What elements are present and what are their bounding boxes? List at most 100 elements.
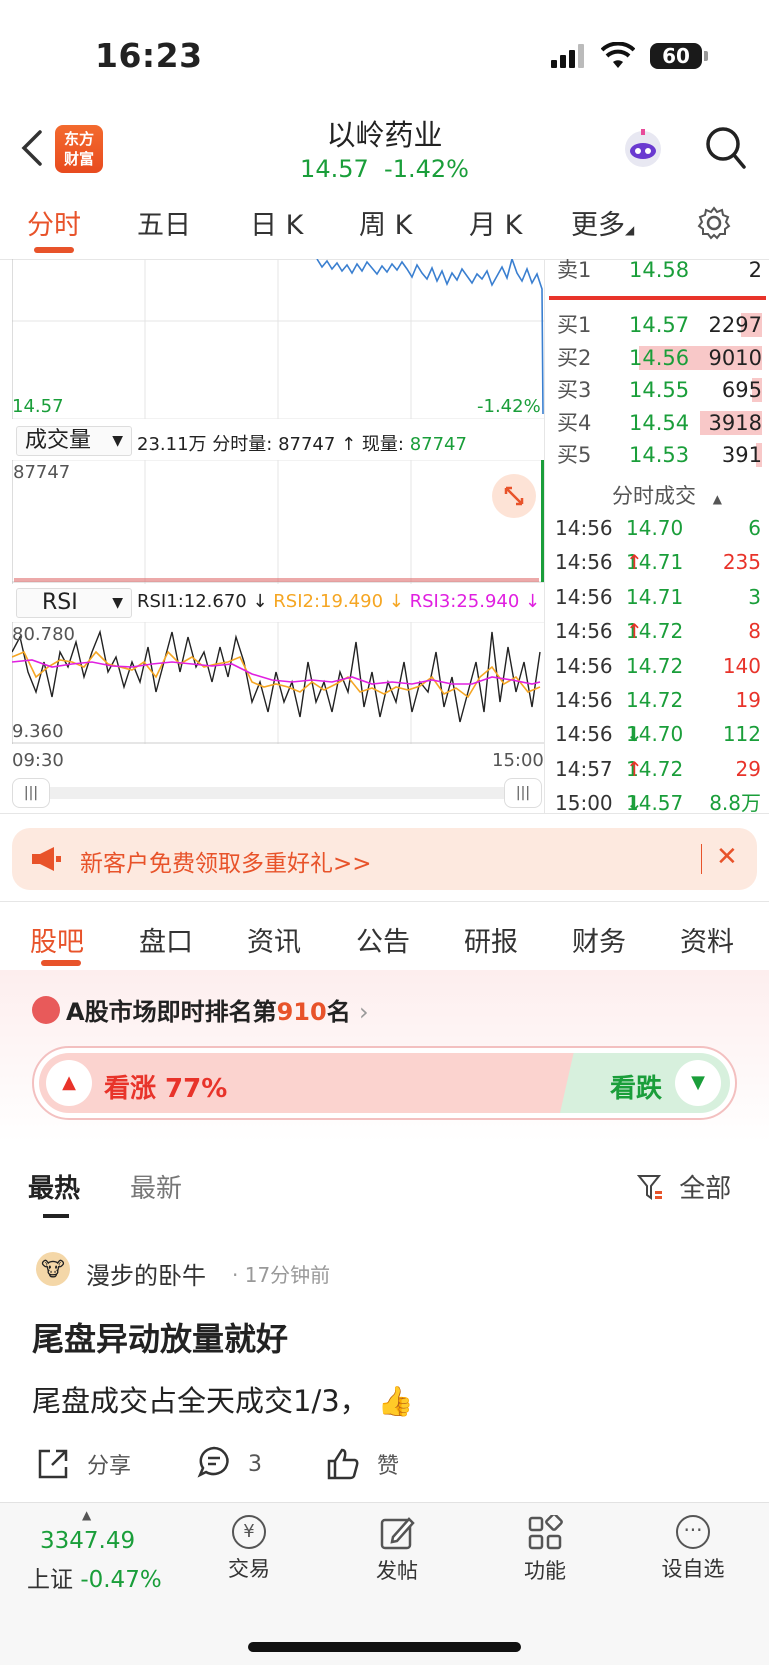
rsi-max-label: 80.780 [12, 624, 75, 645]
tab-week-k[interactable]: 周 K [359, 203, 412, 242]
tick-time: 14:56 [555, 619, 613, 644]
tick-time: 14:56 [555, 722, 613, 747]
filter-button[interactable]: 全部 [636, 1168, 731, 1205]
nav-post[interactable]: 发帖 [352, 1515, 442, 1585]
comment-button[interactable]: 3 [197, 1445, 262, 1482]
post-body[interactable]: 尾盘成交占全天成交1/3， 👍 [32, 1378, 414, 1420]
ranking-row[interactable]: A股市场即时排名第910名 › [32, 992, 369, 1027]
rsi-indicator-select[interactable]: RSI ▼ [16, 588, 132, 618]
buy-label: 买1 [557, 313, 592, 337]
tab-five-day[interactable]: 五日 [137, 203, 191, 242]
filter-icon [636, 1173, 663, 1201]
section-tab[interactable]: 公告 [356, 920, 410, 959]
buy-price: 14.55 [629, 378, 690, 402]
tab-fenshi[interactable]: 分时 [27, 203, 81, 242]
volume-bars [14, 578, 539, 582]
section-tab[interactable]: 股吧 [30, 920, 84, 959]
feed-tab-hot[interactable]: 最热 [28, 1168, 80, 1205]
yen-icon: ¥ [232, 1515, 266, 1549]
volume-indicator-select[interactable]: 成交量 ▼ [16, 426, 132, 456]
volume-chart[interactable] [11, 459, 544, 584]
signal-icon [551, 44, 585, 68]
buy-volume: 695 [721, 378, 762, 402]
down-arrow-icon: ▼ [675, 1060, 721, 1106]
divider [0, 813, 769, 814]
index-summary[interactable]: 上证 -0.47% [27, 1560, 162, 1594]
price-chart-svg [11, 256, 544, 420]
tab-more[interactable]: 更多◢ [571, 203, 634, 242]
up-arrow-icon: ▲ [46, 1060, 92, 1106]
buy-row[interactable]: 买5 14.53 391 [557, 440, 762, 470]
feed-tab-hot-indicator [43, 1214, 69, 1218]
buy-row[interactable]: 买3 14.55 695 [557, 375, 762, 405]
tick-row: 14:57 14.72 ↑ 29 [555, 753, 765, 785]
sentiment-bar[interactable]: ▲ 看涨 77% 看跌 ▼ [32, 1046, 737, 1120]
section-tab[interactable]: 盘口 [139, 920, 193, 959]
price-chart[interactable] [11, 256, 544, 420]
search-icon[interactable] [704, 125, 748, 171]
tick-time: 14:56 [555, 653, 613, 678]
feed-tab-new[interactable]: 最新 [130, 1168, 182, 1205]
divider [0, 901, 769, 902]
tick-time: 14:56 [555, 688, 613, 712]
ticks-title[interactable]: 分时成交 ▲ [612, 480, 722, 510]
expand-icon[interactable] [492, 474, 536, 518]
battery-icon: 60 [650, 43, 708, 69]
buy-price: 14.53 [629, 443, 690, 467]
tick-row: 14:56 14.70 ↓ 112 [555, 718, 765, 750]
tick-time: 14:56 [555, 584, 613, 609]
tick-row: 14:56 14.71 3 [555, 581, 765, 613]
range-handle-right[interactable]: ||| [504, 778, 542, 808]
tick-row: 14:56 14.72 ↑ 8 [555, 615, 765, 647]
tick-volume: 6 [748, 516, 761, 540]
robot-assistant-icon[interactable] [620, 127, 666, 173]
tick-volume: 235 [722, 550, 761, 575]
sell-row[interactable]: 卖1 14.58 2 [557, 255, 762, 285]
share-button[interactable]: 分享 [36, 1448, 131, 1484]
buy-label: 买4 [557, 410, 592, 435]
promo-banner[interactable]: 新客户免费领取多重好礼>> ✕ [12, 828, 757, 890]
nav-watchlist[interactable]: ··· 设自选 [648, 1515, 738, 1583]
nav-functions[interactable]: 功能 [500, 1513, 590, 1585]
buy-row[interactable]: 买4 14.54 3918 [557, 408, 762, 438]
tick-time: 15:00 [555, 791, 613, 816]
buy-label: 买2 [557, 345, 592, 370]
section-tab-indicator [41, 960, 81, 966]
tab-month-k[interactable]: 月 K [469, 203, 522, 242]
index-value[interactable]: 3347.49 [40, 1528, 135, 1554]
grid-icon [527, 1513, 563, 1551]
nav-trade[interactable]: ¥ 交易 [204, 1515, 294, 1583]
close-icon[interactable]: ✕ [716, 842, 738, 872]
post-title[interactable]: 尾盘异动放量就好 [32, 1314, 288, 1360]
index-caret-icon: ▲ [82, 1508, 92, 1522]
like-button[interactable]: 赞 [326, 1448, 399, 1484]
section-tab[interactable]: 财务 [572, 920, 626, 959]
buy-price: 14.54 [629, 410, 690, 435]
tab-indicator [34, 247, 74, 253]
settings-icon[interactable] [697, 206, 731, 240]
tab-day-k[interactable]: 日 K [250, 203, 303, 242]
wifi-icon [600, 41, 636, 70]
section-tab[interactable]: 资料 [680, 920, 734, 959]
buy-volume: 391 [721, 443, 762, 467]
avatar[interactable]: 🐮 [36, 1252, 70, 1286]
post-author[interactable]: 漫步的卧牛 [86, 1256, 206, 1291]
megaphone-icon [30, 845, 62, 873]
time-range-track[interactable] [14, 787, 540, 799]
volume-info: 23.11万 分时量: 87747 ↑ 现量: 87747 [137, 434, 467, 455]
rsi1-line [11, 629, 541, 723]
rsi-chart[interactable] [11, 621, 544, 744]
buy-label: 买5 [557, 443, 592, 467]
buy-volume: 2297 [708, 313, 762, 337]
buy-row[interactable]: 买1 14.57 2297 [557, 310, 762, 340]
comment-icon [197, 1445, 231, 1479]
buy-row[interactable]: 买2 14.56 9010 [557, 343, 762, 373]
buy-label: 买3 [557, 378, 592, 402]
tick-volume: 8 [748, 619, 761, 644]
pct-low-label: -1.42% [477, 396, 541, 417]
section-tab[interactable]: 研报 [464, 920, 518, 959]
range-handle-left[interactable]: ||| [12, 778, 50, 808]
section-tab[interactable]: 资讯 [247, 920, 301, 959]
book-divider [549, 296, 766, 300]
tick-row: 15:00 14.57 ↓ 8.8万 [555, 787, 765, 819]
